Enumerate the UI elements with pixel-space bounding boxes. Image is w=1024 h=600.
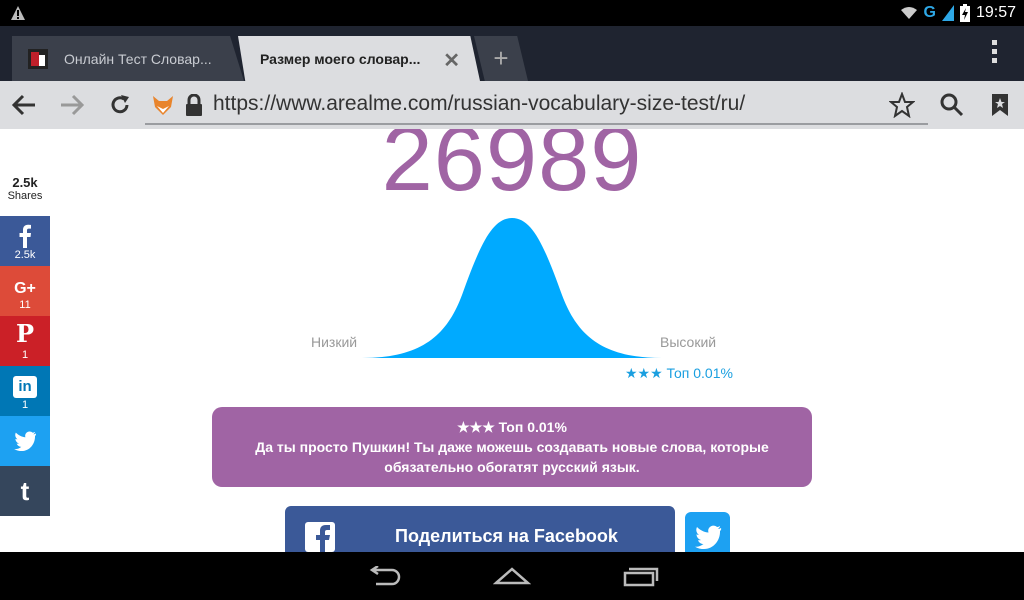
facebook-share-label: Поделиться на Facebook — [395, 526, 618, 546]
status-bar: G 19:57 — [0, 0, 1024, 26]
tab-vocabulary-size[interactable]: Размер моего словар... ✕ — [238, 36, 480, 81]
nav-back-button[interactable] — [364, 564, 404, 588]
share-total: 2.5k Shares — [0, 175, 50, 202]
result-message: Да ты просто Пушкин! Ты даже можешь созд… — [255, 439, 769, 475]
share-count: 2.5k — [14, 249, 36, 261]
bookmark-icon — [992, 94, 1008, 116]
warning-icon — [11, 6, 25, 20]
forward-arrow-icon — [61, 94, 85, 116]
reload-icon — [111, 95, 129, 114]
share-count: 1 — [21, 399, 29, 411]
reload-button[interactable] — [106, 91, 134, 119]
close-tab-icon[interactable]: ✕ — [443, 48, 460, 73]
back-icon — [369, 566, 401, 586]
search-button[interactable] — [938, 91, 966, 119]
screen: G 19:57 Онлайн Тест Словар... Размер мое… — [0, 0, 1024, 600]
share-count: 1 — [21, 349, 29, 361]
home-icon — [493, 567, 531, 585]
tab-title: Размер моего словар... — [260, 50, 421, 67]
sidebar-share-tumblr[interactable]: t — [0, 466, 50, 516]
rank-marker: ★★★ Топ 0.01% — [625, 365, 733, 381]
site-favicon-icon — [28, 48, 48, 69]
battery-icon — [959, 4, 970, 22]
vocabulary-score: 26989 — [381, 129, 643, 210]
signal-icon — [941, 5, 954, 21]
web-page: 26989 Низкий Высокий ★★★ Топ 0.01% ★★★ Т… — [0, 129, 1024, 552]
wifi-icon — [900, 7, 917, 19]
bookmark-star-button[interactable] — [888, 91, 916, 119]
tab-vocabulary-test[interactable]: Онлайн Тест Словар... — [12, 36, 244, 81]
result-message-box: ★★★ Топ 0.01% Да ты просто Пушкин! Ты да… — [212, 407, 812, 487]
recents-icon — [623, 567, 659, 587]
share-total-count: 2.5k — [12, 175, 38, 190]
url-text: https://www.arealme.com/russian-vocabula… — [213, 92, 746, 115]
twitter-share-button[interactable] — [685, 512, 730, 552]
browser-toolbar: https://www.arealme.com/russian-vocabula… — [0, 81, 1024, 129]
clock: 19:57 — [975, 4, 1016, 21]
google-plus-icon: G+ — [14, 280, 36, 297]
forward-button[interactable] — [58, 91, 86, 119]
share-total-label: Shares — [7, 190, 43, 202]
overflow-menu-icon[interactable] — [992, 40, 998, 63]
twitter-bird-icon — [14, 431, 36, 451]
curve-high-label: Высокий — [660, 334, 717, 350]
sidebar-share-pinterest[interactable]: P 1 — [0, 316, 50, 366]
android-nav-bar — [0, 552, 1024, 600]
back-arrow-icon — [11, 94, 35, 116]
sidebar-share-twitter[interactable] — [0, 416, 50, 466]
address-bar[interactable]: https://www.arealme.com/russian-vocabula… — [145, 85, 928, 125]
share-count: 11 — [19, 299, 31, 311]
tab-title: Онлайн Тест Словар... — [64, 50, 212, 67]
nav-recents-button[interactable] — [620, 564, 660, 588]
bell-curve — [362, 218, 662, 358]
search-icon — [940, 93, 964, 117]
network-type: G — [923, 4, 936, 21]
nav-home-button[interactable] — [492, 564, 532, 588]
result-rank: ★★★ Топ 0.01% — [457, 419, 567, 435]
status-icons: G 19:57 — [900, 3, 1016, 23]
tumblr-icon: t — [20, 475, 30, 506]
facebook-icon — [305, 522, 335, 552]
sidebar-share-google-plus[interactable]: G+ 11 — [0, 266, 50, 316]
bookmarks-button[interactable] — [986, 91, 1014, 119]
lock-icon — [186, 94, 202, 116]
back-button[interactable] — [10, 91, 38, 119]
facebook-share-button[interactable]: Поделиться на Facebook — [285, 506, 675, 552]
tab-strip: Онлайн Тест Словар... Размер моего слова… — [0, 26, 1024, 81]
linkedin-icon: in — [0, 366, 50, 398]
pinterest-icon: P — [15, 319, 35, 348]
twitter-bird-icon — [694, 525, 721, 549]
curve-low-label: Низкий — [311, 334, 358, 350]
star-icon — [889, 92, 915, 118]
sidebar-share-facebook[interactable]: 2.5k — [0, 216, 50, 266]
site-fox-icon — [153, 96, 173, 115]
facebook-icon — [19, 224, 31, 248]
sidebar-share-linkedin[interactable]: in 1 — [0, 366, 50, 416]
new-tab-button[interactable]: + — [474, 36, 528, 81]
